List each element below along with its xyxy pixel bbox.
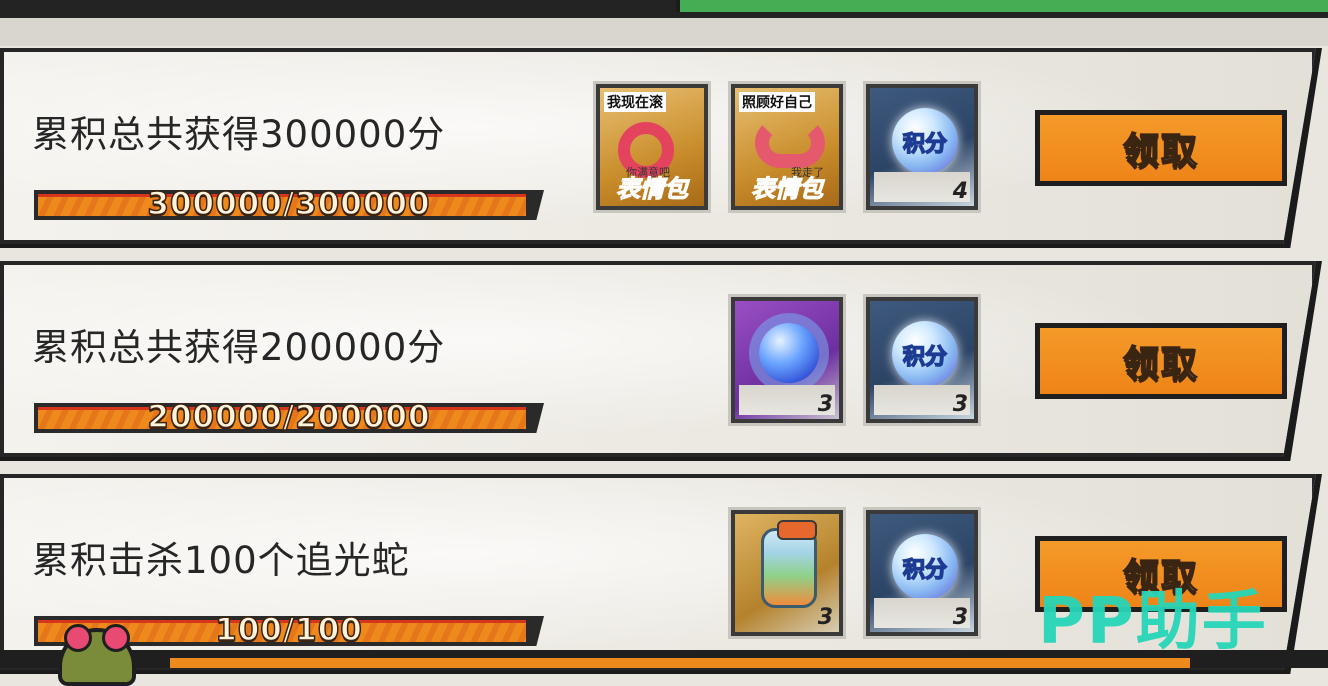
frog-eye-icon (102, 624, 130, 652)
claim-button-label: 领取 (1040, 328, 1282, 394)
reward-title: 累积击杀100个追光蛇 (32, 539, 410, 582)
progress-text: 300000/300000 (147, 186, 431, 222)
watermark: PP助手 (1038, 585, 1268, 659)
reward-item-gem[interactable]: 3 (728, 294, 846, 426)
meme-caption: 我现在滚 (604, 92, 666, 112)
bottom-progress-bar (170, 658, 1190, 668)
points-orb-icon: 积分 (892, 108, 958, 174)
reward-item-points[interactable]: 积分 3 (863, 294, 981, 426)
reward-card-2: 累积总共获得200000分 200000/200000 3 积分 3 领取 (0, 261, 1316, 457)
points-orb-text: 积分 (902, 131, 948, 158)
progress-bar: 200000/200000 (34, 403, 544, 433)
item-count: 3 (952, 392, 968, 417)
points-orb-text: 积分 (902, 344, 948, 371)
progress-text: 200000/200000 (147, 399, 431, 435)
reward-card-1: 累积总共获得300000分 300000/300000 我现在滚 你满意吧 表情… (0, 48, 1316, 244)
frog-eye-icon (64, 624, 92, 652)
claim-button[interactable]: 领取 (1035, 110, 1287, 186)
reward-item-meme-pack[interactable]: 照顾好自己 我走了 表情包 (728, 81, 846, 213)
meme-caption: 照顾好自己 (739, 92, 815, 112)
claim-button[interactable]: 领取 (1035, 323, 1287, 399)
reward-item-candy-jar[interactable]: 3 (728, 507, 846, 639)
item-count: 3 (952, 605, 968, 630)
item-count: 4 (952, 179, 968, 204)
points-orb-icon: 积分 (892, 534, 958, 600)
reward-item-points[interactable]: 积分 3 (863, 507, 981, 639)
reward-item-points[interactable]: 积分 4 (863, 81, 981, 213)
meme-pack-label: 表情包 (616, 175, 689, 204)
reward-title: 累积总共获得200000分 (32, 326, 446, 369)
frog-mascot-icon (58, 624, 136, 686)
claim-button-label: 领取 (1040, 115, 1282, 181)
top-green-bar (676, 0, 1328, 12)
meme-snake-icon (755, 118, 825, 168)
progress-bar: 300000/300000 (34, 190, 544, 220)
candy-jar-icon (761, 528, 817, 608)
reward-item-meme-pack[interactable]: 我现在滚 你满意吧 表情包 (593, 81, 711, 213)
top-strip (0, 18, 1328, 46)
points-orb-text: 积分 (902, 557, 948, 584)
item-count: 3 (817, 392, 833, 417)
reward-title: 累积总共获得300000分 (32, 113, 446, 156)
item-count: 3 (817, 605, 833, 630)
meme-pack-label: 表情包 (751, 175, 824, 204)
candy-jar-lid-icon (777, 520, 817, 540)
blue-gem-icon (759, 323, 819, 383)
points-orb-icon: 积分 (892, 321, 958, 387)
top-bar (0, 0, 1328, 18)
